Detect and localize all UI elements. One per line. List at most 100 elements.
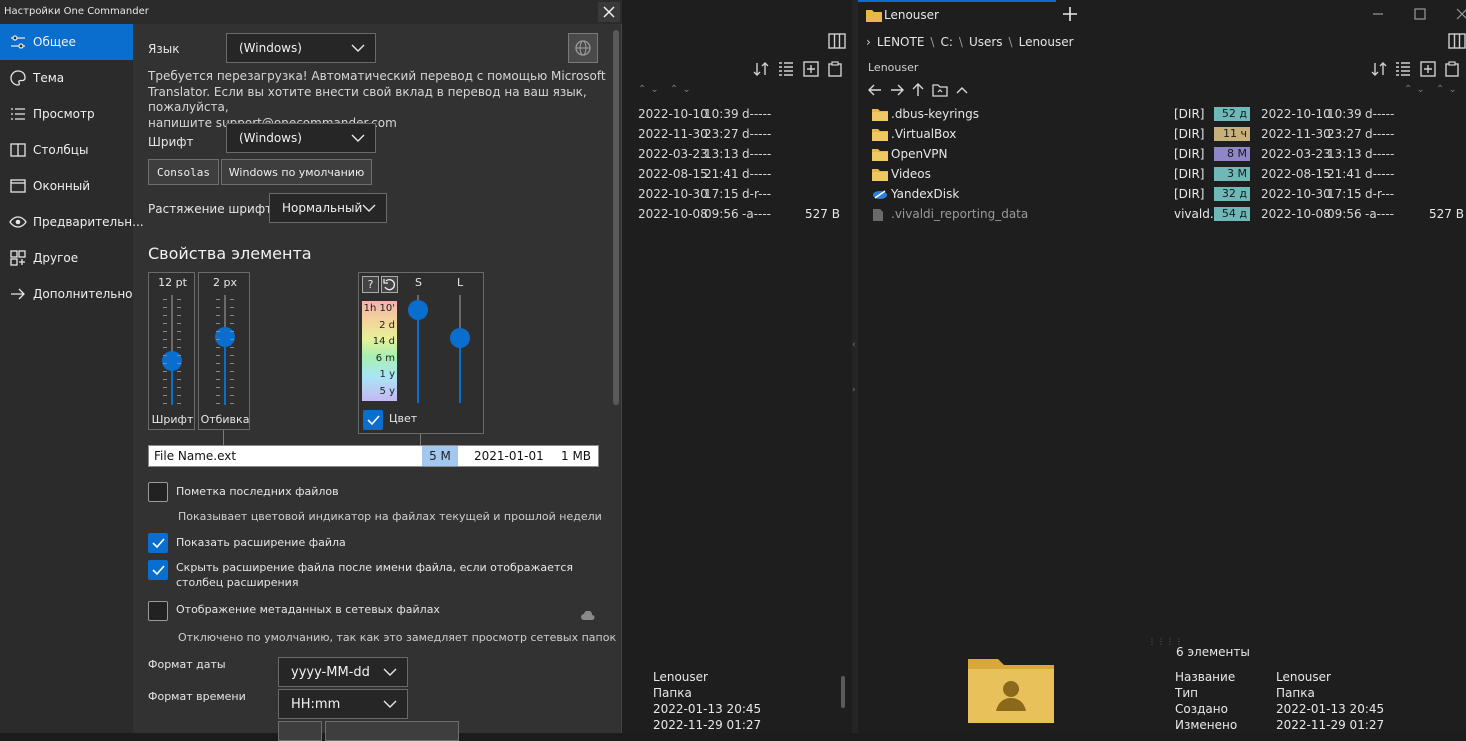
translate-button[interactable] (568, 33, 598, 63)
time-preset-button[interactable] (325, 721, 459, 741)
sort-icon[interactable] (1371, 61, 1389, 79)
saturation-thumb[interactable] (408, 300, 428, 321)
font-size-caption: Шрифт (151, 413, 194, 426)
table-row[interactable]: 2022-10-30 17:15 d-r--- (622, 184, 852, 204)
open-folder-icon[interactable] (932, 83, 948, 97)
age-scale-label: 1 y (379, 369, 395, 381)
cell-time: 13:13 (704, 147, 739, 161)
date-format-dropdown[interactable]: yyyy-MM-dd (278, 657, 408, 687)
columns-view-icon[interactable] (828, 33, 846, 51)
date-format-value: yyyy-MM-dd (291, 664, 370, 680)
columns-view-icon[interactable] (1448, 33, 1466, 51)
sidebar-item-label: Столбцы (33, 143, 89, 157)
breadcrumb-item[interactable]: Users (969, 35, 1003, 49)
up-icon[interactable] (912, 83, 924, 97)
details-view-icon[interactable] (778, 61, 796, 79)
stretch-value: Нормальный (282, 201, 363, 215)
clipboard-icon[interactable] (828, 61, 846, 79)
breadcrumb-menu-icon[interactable]: › (866, 35, 871, 49)
slider-tick (177, 307, 181, 308)
settings-titlebar: Настройки One Commander (0, 0, 622, 24)
table-row[interactable]: Videos [DIR] 2022-08-15 21:41 d----- 3 М (858, 164, 1466, 184)
new-item-icon[interactable] (1420, 61, 1438, 79)
slider-tick (216, 331, 220, 332)
left-footer-scrollbar[interactable] (841, 676, 845, 708)
slider-tick (216, 363, 220, 364)
table-row[interactable]: 2022-03-23 13:13 d----- (622, 144, 852, 164)
font-dropdown[interactable]: (Windows) (226, 123, 376, 153)
table-row[interactable]: .VirtualBox [DIR] 2022-11-30 23:27 d----- 11 … (858, 124, 1466, 144)
help-button[interactable]: ? (362, 276, 379, 293)
yandex-disk-icon (872, 188, 888, 201)
maximize-icon[interactable] (1414, 8, 1426, 20)
table-row[interactable]: YandexDisk [DIR] 2022-10-30 17:15 d-r--- 32 д (858, 184, 1466, 204)
sort-icon[interactable] (753, 61, 771, 79)
cell-type: [DIR] (1174, 107, 1205, 121)
network-metadata-checkbox[interactable] (148, 601, 168, 621)
color-checkbox[interactable] (363, 410, 383, 430)
sidebar-item[interactable]: Оконный (0, 168, 133, 204)
padding-slider[interactable]: 2 px Отбивка (198, 272, 250, 430)
tab-lenouser[interactable]: Lenouser (858, 0, 1056, 28)
show-extension-checkbox[interactable] (148, 533, 168, 553)
cell-date: 2022-10-30 (638, 187, 708, 201)
time-format-dropdown[interactable]: HH:mm (278, 689, 408, 719)
language-dropdown[interactable]: (Windows) (226, 33, 376, 63)
breadcrumb-item[interactable]: Lenouser (1019, 35, 1074, 49)
sidebar-item[interactable]: Предварительн... (0, 204, 144, 240)
forward-icon[interactable] (890, 84, 904, 96)
table-row[interactable]: 2022-10-10 10:39 d----- (622, 104, 852, 124)
breadcrumb-item[interactable]: C: (940, 35, 952, 49)
new-item-icon[interactable] (803, 61, 821, 79)
cell-age: 52 д (1214, 107, 1250, 121)
slider-tick (177, 323, 181, 324)
table-row[interactable]: .vivaldi_reporting_data vivald... 2022-10-… (858, 204, 1466, 224)
table-row[interactable]: OpenVPN [DIR] 2022-03-23 13:13 d----- 8 М (858, 144, 1466, 164)
padding-thumb[interactable] (215, 326, 235, 347)
minimize-icon[interactable] (1372, 8, 1384, 20)
breadcrumb-item[interactable]: LENOTE (877, 35, 925, 49)
back-icon[interactable] (868, 84, 882, 96)
stretch-dropdown[interactable]: Нормальный (269, 193, 387, 223)
font-label: Шрифт (148, 135, 194, 149)
sidebar-item[interactable]: Общее (0, 24, 133, 60)
sidebar-item[interactable]: Тема (0, 60, 133, 96)
font-default-button[interactable]: Windows по умолчанию (221, 159, 372, 185)
sidebar-item[interactable]: Просмотр (0, 96, 133, 132)
sidebar-item[interactable]: Другое (0, 240, 133, 276)
sidebar-item[interactable]: Столбцы (0, 132, 133, 168)
table-row[interactable]: 2022-08-15 21:41 d----- (622, 164, 852, 184)
close-window-icon[interactable] (1456, 8, 1466, 20)
arrow-right-icon (9, 285, 27, 303)
clock-format-button[interactable] (278, 721, 322, 741)
reset-button[interactable] (381, 276, 398, 293)
table-row[interactable]: .dbus-keyrings [DIR] 2022-10-10 10:39 d-----… (858, 104, 1466, 124)
font-size-thumb[interactable] (162, 351, 182, 371)
font-size-slider[interactable]: 12 pt Шрифт (148, 272, 195, 430)
splitter-left-arrow-icon[interactable]: ‹ (852, 340, 856, 350)
collapse-up-icon[interactable] (956, 86, 968, 94)
sidebar-item[interactable]: Дополнительно (0, 276, 133, 312)
font-size-value: 12 pt (158, 276, 187, 289)
table-row[interactable]: 2022-10-08 09:56 -a---- 527 B (622, 204, 852, 224)
details-view-icon[interactable] (1395, 61, 1413, 79)
slider-tick (216, 315, 220, 316)
chevron-down-icon (351, 134, 365, 142)
new-tab-icon[interactable] (1062, 6, 1078, 22)
lightness-thumb[interactable] (450, 328, 470, 349)
settings-close-button[interactable] (598, 2, 620, 22)
grid-plus-icon (9, 249, 27, 267)
breadcrumb: › LENOTE \ C: \ Users \ Lenouser (866, 35, 1074, 49)
cell-size: 527 B (805, 207, 840, 221)
cell-attr: d----- (742, 147, 772, 161)
sort-arrows-icon[interactable]: ⌃⌄ ⌃⌄ (638, 84, 695, 95)
splitter-right-arrow-icon[interactable]: › (852, 385, 856, 395)
slider-tick (230, 347, 234, 348)
font-consolas-button[interactable]: Consolas (148, 159, 219, 185)
clipboard-icon[interactable] (1445, 61, 1463, 79)
hide-extension-checkbox[interactable] (148, 560, 168, 580)
table-row[interactable]: 2022-11-30 23:27 d----- (622, 124, 852, 144)
slider-tick (216, 323, 220, 324)
recent-files-checkbox[interactable] (148, 482, 168, 502)
sort-arrows-icon[interactable]: ⌃⌄ ⌃⌄ (1404, 84, 1461, 95)
